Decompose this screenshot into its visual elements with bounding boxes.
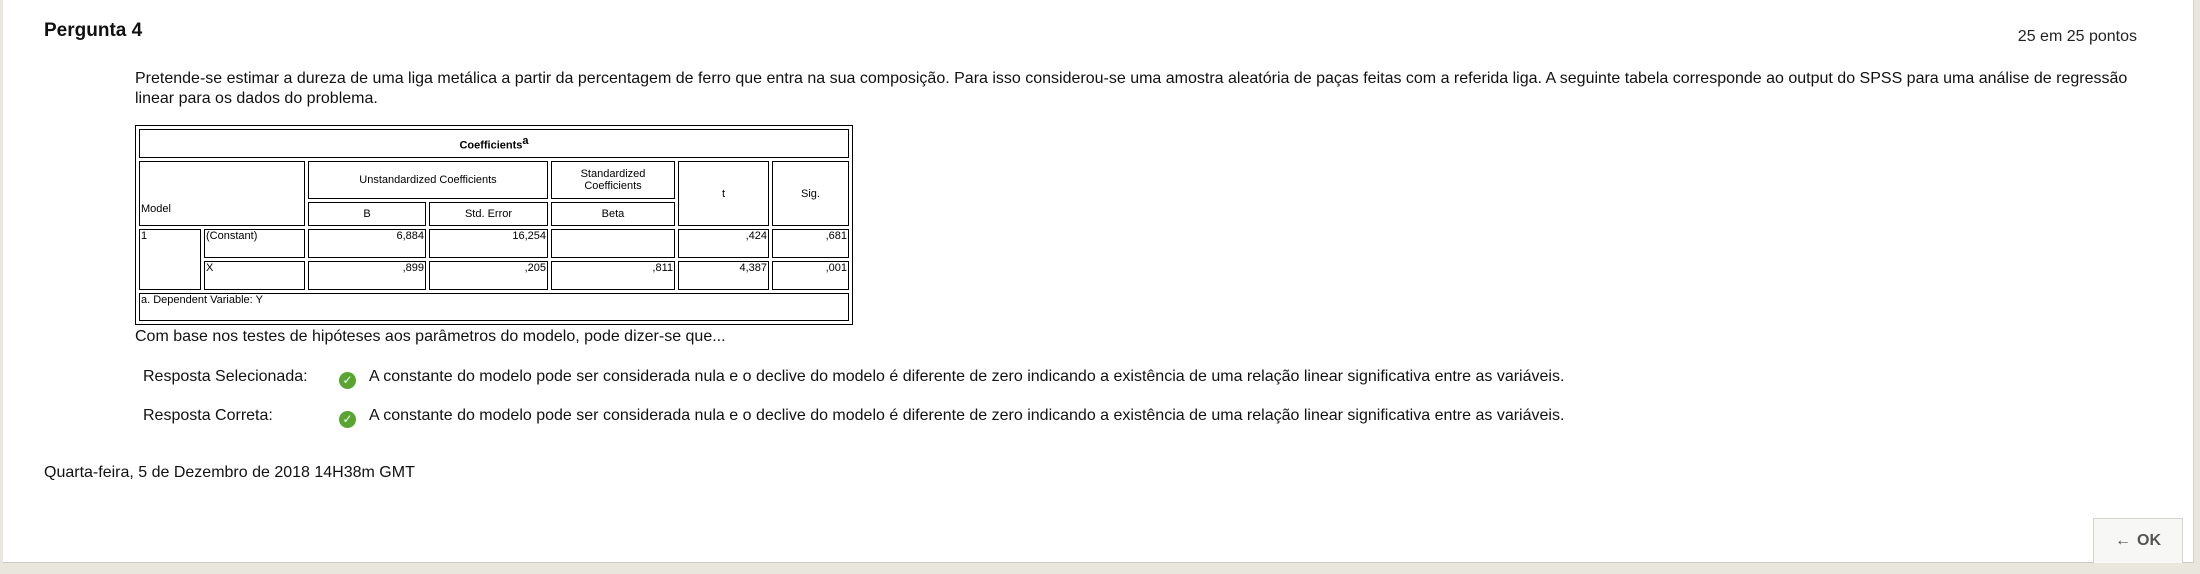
t-header: t xyxy=(678,161,769,226)
table-title: Coefficientsa xyxy=(139,129,849,158)
table-footnote: a. Dependent Variable: Y xyxy=(139,293,849,321)
ok-button-label: OK xyxy=(2137,532,2161,549)
model-header: Model xyxy=(139,161,305,226)
cell-beta: ,811 xyxy=(551,261,675,290)
selected-answer-label: Resposta Selecionada: xyxy=(143,368,308,385)
correct-answer-row: Resposta Correta: ✓ A constante do model… xyxy=(143,407,2145,446)
unstandardized-header: Unstandardized Coefficients xyxy=(308,161,548,199)
cell-sig: ,001 xyxy=(772,261,849,290)
cell-t: ,424 xyxy=(678,229,769,258)
selected-answer-text: A constante do modelo pode ser considera… xyxy=(369,368,1565,385)
check-circle-icon: ✓ xyxy=(339,411,356,428)
question-panel: Pergunta 4 25 em 25 pontos Pretende-se e… xyxy=(3,0,2194,563)
standardized-header: Standardized Coefficients xyxy=(551,161,675,199)
coefficients-table: Coefficientsa Model Unstandardized Coeff… xyxy=(135,125,853,325)
b-header: B xyxy=(308,202,426,226)
arrow-left-icon: ← xyxy=(2115,532,2131,549)
table-title-footnote-mark: a xyxy=(522,135,529,148)
row-label: X xyxy=(204,261,305,290)
cell-std-error: ,205 xyxy=(429,261,548,290)
ok-button[interactable]: ← OK xyxy=(2093,518,2183,563)
question-title: Pergunta 4 xyxy=(44,20,143,41)
sig-header: Sig. xyxy=(772,161,849,226)
model-number: 1 xyxy=(139,229,201,290)
question-text: Pretende-se estimar a dureza de uma liga… xyxy=(135,70,2128,107)
beta-header: Beta xyxy=(551,202,675,226)
cell-sig: ,681 xyxy=(772,229,849,258)
correct-answer-label: Resposta Correta: xyxy=(143,407,273,424)
question-points: 25 em 25 pontos xyxy=(2017,28,2137,45)
cell-b: 6,884 xyxy=(308,229,426,258)
selected-answer-row: Resposta Selecionada: ✓ A constante do m… xyxy=(143,368,2145,407)
table-title-text: Coefficients xyxy=(459,139,523,152)
question-prompt: Com base nos testes de hipóteses aos par… xyxy=(135,328,726,345)
answers-block: Resposta Selecionada: ✓ A constante do m… xyxy=(143,368,2145,446)
question-body: Pretende-se estimar a dureza de uma liga… xyxy=(135,69,2145,446)
submission-date: Quarta-feira, 5 de Dezembro de 2018 14H3… xyxy=(44,464,415,481)
correct-answer-text: A constante do modelo pode ser considera… xyxy=(369,407,1565,424)
row-label: (Constant) xyxy=(204,229,305,258)
check-circle-icon: ✓ xyxy=(339,372,356,389)
cell-std-error: 16,254 xyxy=(429,229,548,258)
table-row: X ,899 ,205 ,811 4,387 ,001 xyxy=(139,261,849,290)
cell-beta xyxy=(551,229,675,258)
table-row: 1 (Constant) 6,884 16,254 ,424 ,681 xyxy=(139,229,849,290)
cell-t: 4,387 xyxy=(678,261,769,290)
cell-b: ,899 xyxy=(308,261,426,290)
std-error-header: Std. Error xyxy=(429,202,548,226)
